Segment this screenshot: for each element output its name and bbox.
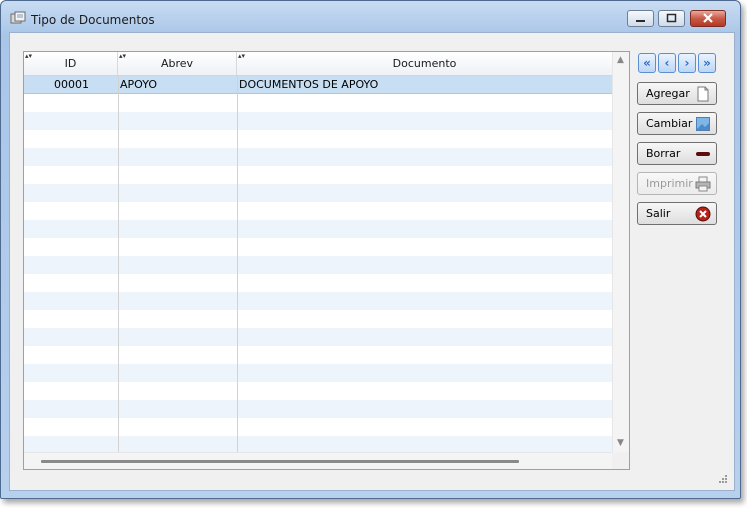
previous-record-button[interactable]: ‹: [658, 53, 676, 73]
empty-row: [24, 310, 612, 328]
edit-image-icon: [696, 117, 710, 131]
resize-grip-icon[interactable]: [718, 474, 728, 484]
table-row[interactable]: 00001 APOYO DOCUMENTOS DE APOYO: [24, 76, 612, 94]
column-header-documento[interactable]: ▴▾ Documento: [237, 52, 612, 75]
grid-header: ▴▾ ID ▴▾ Abrev ▴▾ Documento: [24, 52, 612, 76]
app-icon: [10, 11, 26, 24]
column-header-label: Abrev: [160, 57, 194, 70]
column-divider: [118, 76, 119, 452]
scroll-up-icon[interactable]: ▲: [617, 55, 624, 65]
empty-row: [24, 418, 612, 436]
right-chevron-icon: ›: [684, 56, 690, 70]
empty-row: [24, 364, 612, 382]
empty-row: [24, 400, 612, 418]
maximize-icon: [666, 13, 677, 23]
window-title: Tipo de Documentos: [31, 13, 155, 27]
column-divider: [237, 76, 238, 452]
column-header-label: Documento: [392, 57, 457, 70]
grid-rows: 00001 APOYO DOCUMENTOS DE APOYO: [24, 76, 612, 454]
horizontal-scrollbar[interactable]: [24, 452, 612, 469]
empty-row: [24, 184, 612, 202]
imprimir-label: Imprimir: [646, 177, 693, 190]
empty-row: [24, 130, 612, 148]
minimize-button[interactable]: [627, 10, 654, 27]
document-icon: [697, 86, 709, 102]
column-header-id[interactable]: ▴▾ ID: [24, 52, 118, 75]
scroll-down-icon[interactable]: ▼: [617, 438, 624, 448]
salir-button[interactable]: Salir: [637, 202, 717, 225]
close-window-button[interactable]: [690, 10, 726, 27]
empty-row: [24, 274, 612, 292]
minus-bar-icon: [696, 152, 710, 156]
cell-documento: DOCUMENTOS DE APOYO: [239, 78, 379, 91]
empty-row: [24, 382, 612, 400]
next-record-button[interactable]: ›: [678, 53, 696, 73]
cambiar-label: Cambiar: [646, 117, 693, 130]
sort-icon: ▴▾: [25, 52, 33, 60]
empty-row: [24, 94, 612, 112]
sort-icon: ▴▾: [238, 52, 246, 60]
minimize-icon: [636, 20, 645, 22]
double-left-chevron-icon: «: [643, 56, 651, 70]
last-record-button[interactable]: »: [698, 53, 716, 73]
client-area: ▴▾ ID ▴▾ Abrev ▴▾ Documento 00001 APOYO …: [9, 32, 735, 491]
documents-grid[interactable]: ▴▾ ID ▴▾ Abrev ▴▾ Documento 00001 APOYO …: [23, 51, 630, 470]
cell-id: 00001: [54, 78, 89, 91]
empty-row: [24, 238, 612, 256]
imprimir-button[interactable]: Imprimir: [637, 172, 717, 195]
left-chevron-icon: ‹: [664, 56, 670, 70]
empty-row: [24, 328, 612, 346]
cambiar-button[interactable]: Cambiar: [637, 112, 717, 135]
empty-row: [24, 202, 612, 220]
agregar-button[interactable]: Agregar: [637, 82, 717, 105]
cell-abrev: APOYO: [120, 78, 157, 91]
empty-row: [24, 220, 612, 238]
empty-row: [24, 112, 612, 130]
close-icon: [703, 13, 713, 23]
close-circle-icon: [695, 206, 711, 222]
salir-label: Salir: [646, 207, 671, 220]
sort-icon: ▴▾: [119, 52, 127, 60]
empty-row: [24, 148, 612, 166]
empty-row: [24, 346, 612, 364]
column-header-abrev[interactable]: ▴▾ Abrev: [118, 52, 237, 75]
first-record-button[interactable]: «: [638, 53, 656, 73]
window: Tipo de Documentos ▴▾ ID ▴▾ Abrev ▴▾ Doc…: [0, 0, 741, 499]
vertical-scrollbar[interactable]: ▲ ▼: [612, 52, 629, 452]
borrar-label: Borrar: [646, 147, 681, 160]
empty-row: [24, 292, 612, 310]
empty-row: [24, 256, 612, 274]
scrollbar-corner: [612, 452, 629, 469]
maximize-button[interactable]: [658, 10, 685, 27]
printer-icon: [695, 176, 711, 192]
empty-row: [24, 166, 612, 184]
agregar-label: Agregar: [646, 87, 690, 100]
horizontal-scroll-thumb[interactable]: [41, 460, 519, 463]
double-right-chevron-icon: »: [703, 56, 711, 70]
column-header-label: ID: [64, 57, 77, 70]
title-bar[interactable]: Tipo de Documentos: [1, 1, 740, 35]
borrar-button[interactable]: Borrar: [637, 142, 717, 165]
